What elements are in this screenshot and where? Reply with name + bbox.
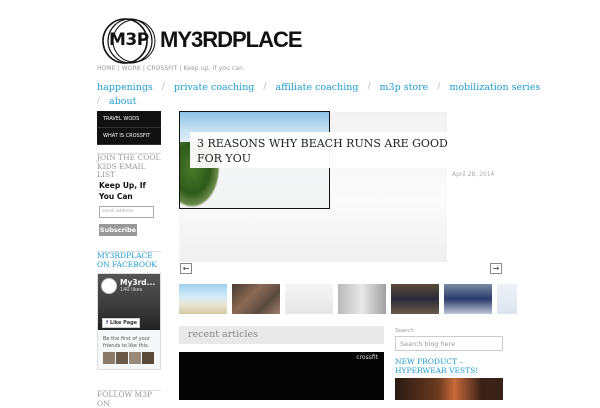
sidebar-menu: TRAVEL WODS WHAT IS CROSSFIT (97, 111, 161, 145)
nav-separator: / (263, 82, 267, 92)
avatar[interactable] (103, 352, 115, 364)
search-input[interactable]: Search blog here (395, 336, 503, 351)
facebook-heading: MY3RDPLACE ON FACEBOOK (97, 251, 161, 269)
slider-prev-button[interactable]: ← (180, 263, 192, 274)
nav-item-mobilization-series[interactable]: mobilization series (449, 82, 540, 93)
nav-row-2: / about (97, 94, 527, 108)
slider-next-button[interactable]: → (490, 263, 502, 274)
avatar[interactable] (129, 352, 141, 364)
keep-up-heading: Keep Up, If You Can (99, 181, 146, 201)
nav-item-happenings[interactable]: happenings (97, 82, 153, 93)
arrow-right-icon: → (492, 264, 500, 273)
facebook-icon: f (106, 320, 109, 326)
thumbnail-shirt[interactable] (444, 284, 492, 314)
nav-item-private-coaching[interactable]: private coaching (174, 82, 255, 93)
subscribe-button[interactable]: Subscribe (99, 224, 137, 236)
arrow-left-icon: ← (182, 264, 190, 273)
facebook-like-button[interactable]: f Like Page (102, 318, 140, 328)
email-input[interactable]: email address (99, 206, 154, 218)
nav-item-m3p-store[interactable]: m3p store (380, 82, 429, 93)
main-nav: happenings / private coaching / affiliat… (97, 80, 540, 108)
slider-thumbnails (179, 284, 517, 314)
featured-post-title[interactable]: 3 REASONS WHY BEACH RUNS ARE GOOD FOR YO… (197, 136, 457, 166)
video-category-tag[interactable]: crossfit (356, 354, 378, 361)
nav-separator: / (437, 82, 441, 92)
sidebar-item-what-is-crossfit[interactable]: WHAT IS CROSSFIT (97, 128, 161, 145)
new-product-image[interactable] (395, 378, 503, 400)
recent-articles-heading: recent articles (179, 326, 384, 344)
featured-post-date: April 28, 2014 (452, 171, 495, 178)
nav-item-affiliate-coaching[interactable]: affiliate coaching (275, 82, 358, 93)
avatar[interactable] (142, 352, 154, 364)
recent-article-video[interactable]: crossfit (179, 352, 384, 400)
follow-heading: FOLLOW M3P ON (97, 390, 161, 408)
site-tagline: HOME | WORK | CROSSFIT | Keep up, if you… (97, 65, 246, 72)
facebook-widget: My3rd... 140 likes f Like Page Be the fi… (97, 273, 161, 370)
sidebar-item-travel-wods[interactable]: TRAVEL WODS (97, 111, 161, 128)
facebook-friends-text: Be the first of your friends to like thi… (103, 336, 150, 349)
email-list-heading: JOIN THE COOL KIDS EMAIL LIST (97, 153, 161, 179)
facebook-friend-faces (103, 352, 154, 364)
thumbnail-partial[interactable] (497, 284, 517, 314)
nav-separator: / (161, 82, 165, 92)
avatar[interactable] (116, 352, 128, 364)
thumbnail-beach[interactable] (179, 284, 227, 314)
nav-item-about[interactable]: about (109, 96, 136, 107)
search-label: Search (395, 328, 414, 334)
nav-separator: / (367, 82, 371, 92)
facebook-like-label: Like Page (109, 320, 138, 326)
nav-row-1: happenings / private coaching / affiliat… (97, 80, 540, 94)
facebook-likes-count: 140 likes (120, 287, 143, 293)
facebook-page-avatar[interactable] (101, 278, 117, 294)
thumbnail-room[interactable] (338, 284, 386, 314)
nav-separator: / (97, 96, 101, 106)
facebook-page-name[interactable]: My3rd... (120, 278, 155, 287)
thumbnail-desk[interactable] (285, 284, 333, 314)
logo-wordmark: MY3RDPLACE (160, 27, 303, 52)
site-logo[interactable]: M3P MY3RDPLACE (100, 16, 303, 66)
thumbnail-shoes[interactable] (391, 284, 439, 314)
thumbnail-gym[interactable] (232, 284, 280, 314)
facebook-cover-image: My3rd... 140 likes f Like Page (98, 274, 160, 330)
logo-monogram: M3P (109, 30, 149, 50)
new-product-heading[interactable]: NEW PRODUCT – HYPERWEAR VESTS! (395, 357, 510, 375)
